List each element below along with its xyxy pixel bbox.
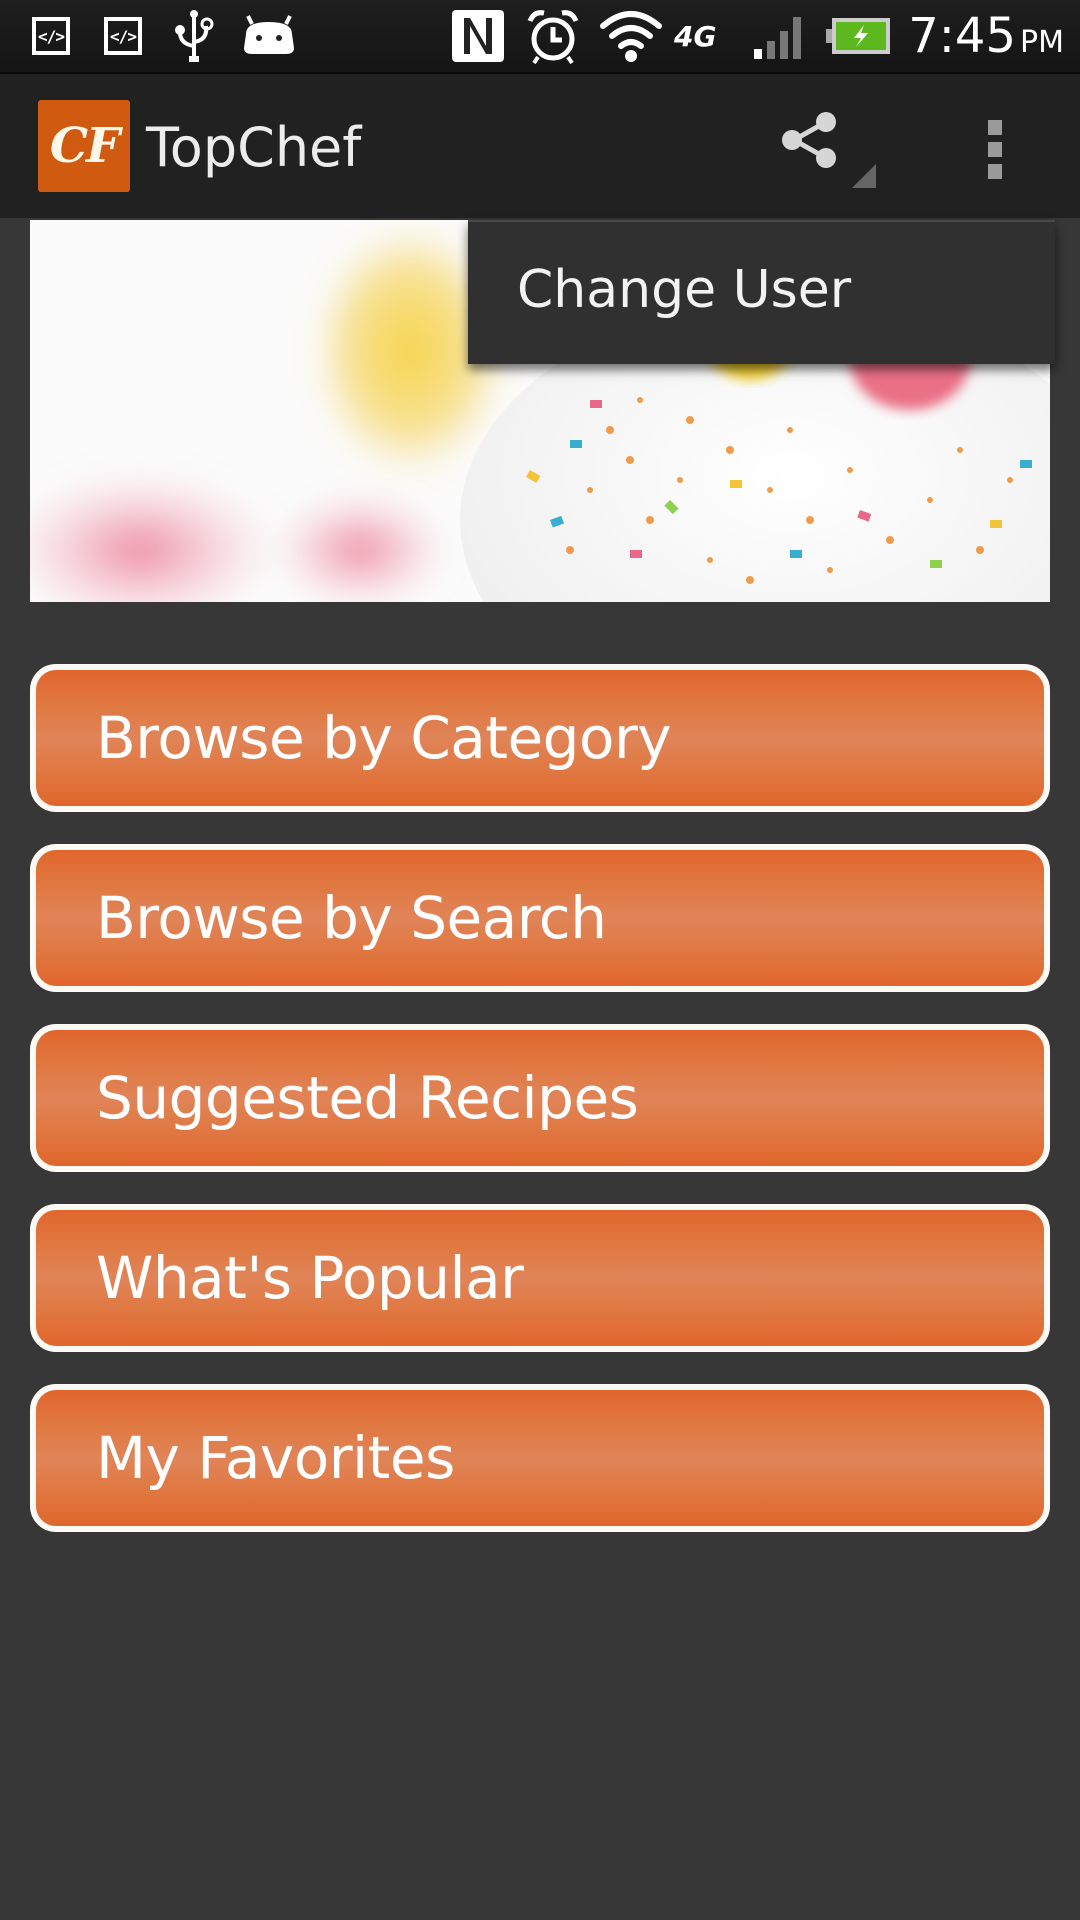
signal-icon bbox=[752, 0, 810, 72]
clock: 7:45 PM bbox=[908, 8, 1064, 64]
whats-popular-button[interactable]: What's Popular bbox=[30, 1204, 1050, 1352]
overflow-menu-button[interactable] bbox=[970, 110, 1026, 190]
status-bar: </> </> 4G 7:45 PM bbox=[0, 0, 1080, 74]
app-logo[interactable]: CF bbox=[38, 100, 130, 192]
share-button[interactable] bbox=[780, 110, 880, 200]
share-icon bbox=[782, 112, 876, 188]
android-debug-icon bbox=[240, 0, 298, 72]
my-favorites-button[interactable]: My Favorites bbox=[30, 1384, 1050, 1532]
network-4g-icon: 4G bbox=[674, 19, 717, 53]
browse-by-category-button[interactable]: Browse by Category bbox=[30, 664, 1050, 812]
menu-item-change-user[interactable]: Change User bbox=[517, 258, 851, 322]
overflow-popup-menu: Change User bbox=[468, 220, 1055, 364]
usb-icon bbox=[172, 0, 216, 72]
dev-code-icon: </> bbox=[32, 0, 70, 72]
wifi-icon bbox=[598, 0, 664, 72]
app-title: TopChef bbox=[146, 116, 362, 179]
dev-code-icon: </> bbox=[104, 0, 142, 72]
battery-charging-icon bbox=[826, 0, 892, 72]
overflow-dot bbox=[988, 164, 1002, 179]
suggested-recipes-button[interactable]: Suggested Recipes bbox=[30, 1024, 1050, 1172]
alarm-icon bbox=[524, 0, 582, 72]
action-bar: CF TopChef bbox=[0, 74, 1080, 218]
overflow-dot bbox=[988, 120, 1002, 135]
browse-by-search-button[interactable]: Browse by Search bbox=[30, 844, 1050, 992]
overflow-dot bbox=[988, 142, 1002, 157]
nfc-icon bbox=[450, 0, 506, 72]
